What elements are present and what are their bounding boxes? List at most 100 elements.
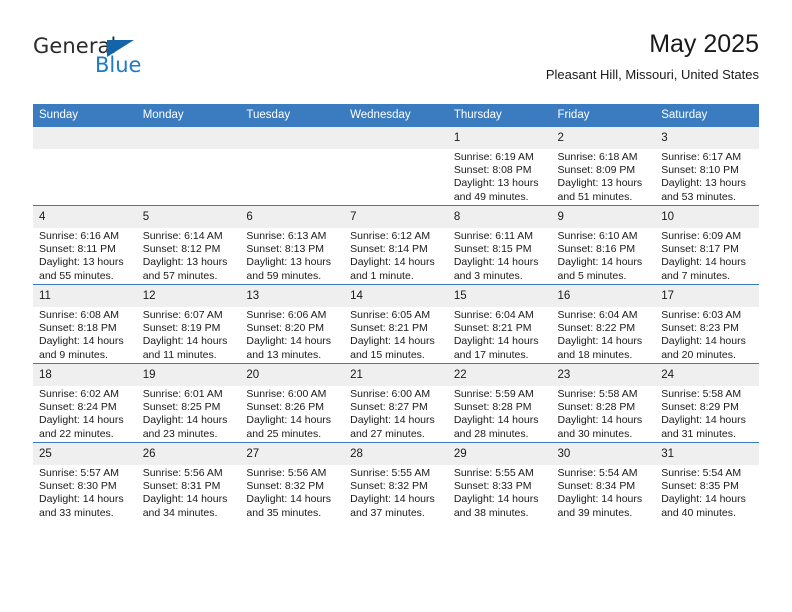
daylight-text: Daylight: 14 hours and 31 minutes. [661, 414, 746, 440]
calendar-day-cell[interactable]: 29 Sunrise: 5:55 AM Sunset: 8:33 PM Dayligh… [447, 442, 552, 521]
day-number [240, 127, 345, 149]
calendar-day-cell[interactable]: 6 Sunrise: 6:13 AM Sunset: 8:13 PM Daylight… [240, 205, 345, 285]
sunrise-text: Sunrise: 6:10 AM [557, 230, 638, 242]
sunrise-text: Sunrise: 6:02 AM [39, 388, 119, 400]
weekday-header-saturday: Saturday [655, 104, 759, 127]
calendar-day-cell[interactable]: 14 Sunrise: 6:05 AM Sunset: 8:21 PM Dayligh… [344, 284, 448, 364]
calendar-grid: Sunday Monday Tuesday Wednesday Thursday… [33, 104, 759, 521]
sunset-text: Sunset: 8:34 PM [557, 480, 636, 493]
daylight-text: Daylight: 14 hours and 1 minute. [350, 256, 435, 282]
sunrise-text: Sunrise: 6:04 AM [557, 309, 638, 321]
sunset-text: Sunset: 8:35 PM [661, 480, 739, 493]
sunrise-text: Sunrise: 6:18 AM [557, 151, 638, 163]
calendar-day-cell[interactable]: 5 Sunrise: 6:14 AM Sunset: 8:12 PM Daylight… [136, 205, 241, 285]
sunset-text: Sunset: 8:17 PM [661, 243, 739, 256]
day-number: 3 [655, 127, 759, 149]
calendar-day-cell[interactable]: 21 Sunrise: 6:00 AM Sunset: 8:27 PM Dayligh… [344, 363, 448, 443]
sunrise-text: Sunrise: 6:12 AM [350, 230, 431, 242]
day-details: Sunrise: 6:05 AM Sunset: 8:21 PM Daylight:… [344, 307, 448, 362]
calendar-day-cell[interactable]: 1 Sunrise: 6:19 AM Sunset: 8:08 PM Daylight… [447, 126, 552, 206]
sunset-text: Sunset: 8:23 PM [661, 322, 739, 335]
weekday-header-tuesday: Tuesday [240, 104, 345, 127]
day-number: 14 [344, 285, 448, 307]
day-details: Sunrise: 6:03 AM Sunset: 8:23 PM Daylight:… [655, 307, 759, 362]
calendar-week-row: 18 Sunrise: 6:02 AM Sunset: 8:24 PM Dayligh… [33, 363, 759, 443]
sunset-text: Sunset: 8:11 PM [39, 243, 116, 256]
calendar-day-cell-empty [136, 126, 241, 206]
day-number: 18 [33, 364, 137, 386]
calendar-day-cell[interactable]: 22 Sunrise: 5:59 AM Sunset: 8:28 PM Dayligh… [447, 363, 552, 443]
day-number: 2 [551, 127, 656, 149]
daylight-text: Daylight: 14 hours and 9 minutes. [39, 335, 124, 361]
weekday-header-monday: Monday [136, 104, 241, 127]
day-details: Sunrise: 6:06 AM Sunset: 8:20 PM Daylight:… [240, 307, 344, 362]
day-details: Sunrise: 6:14 AM Sunset: 8:12 PM Daylight:… [137, 228, 241, 283]
page-header: General Blue May 2025 Pleasant Hill, Mis… [33, 28, 759, 94]
sunrise-text: Sunrise: 6:19 AM [453, 151, 534, 163]
day-number: 22 [447, 364, 552, 386]
calendar-week-row: 25 Sunrise: 5:57 AM Sunset: 8:30 PM Dayligh… [33, 442, 759, 521]
daylight-text: Daylight: 14 hours and 33 minutes. [39, 493, 124, 519]
day-number: 23 [551, 364, 656, 386]
calendar-day-cell[interactable]: 15 Sunrise: 6:04 AM Sunset: 8:21 PM Dayligh… [447, 284, 552, 364]
title-block: May 2025 Pleasant Hill, Missouri, United… [546, 28, 759, 85]
sunset-text: Sunset: 8:25 PM [142, 401, 221, 414]
day-details: Sunrise: 6:10 AM Sunset: 8:16 PM Daylight:… [552, 228, 656, 283]
daylight-text: Daylight: 13 hours and 55 minutes. [39, 256, 124, 282]
calendar-day-cell[interactable]: 8 Sunrise: 6:11 AM Sunset: 8:15 PM Daylight… [447, 205, 552, 285]
calendar-day-cell[interactable]: 10 Sunrise: 6:09 AM Sunset: 8:17 PM Dayligh… [655, 205, 759, 285]
calendar-day-cell[interactable]: 20 Sunrise: 6:00 AM Sunset: 8:26 PM Dayligh… [240, 363, 345, 443]
day-number [33, 127, 137, 149]
calendar-day-cell[interactable]: 2 Sunrise: 6:18 AM Sunset: 8:09 PM Daylight… [551, 126, 656, 206]
sunrise-text: Sunrise: 5:58 AM [661, 388, 742, 400]
calendar-day-cell[interactable]: 7 Sunrise: 6:12 AM Sunset: 8:14 PM Daylight… [344, 205, 448, 285]
calendar-day-cell[interactable]: 16 Sunrise: 6:04 AM Sunset: 8:22 PM Dayligh… [551, 284, 656, 364]
calendar-week-row: 1 Sunrise: 6:19 AM Sunset: 8:08 PM Daylight… [33, 126, 759, 206]
sunset-text: Sunset: 8:19 PM [142, 322, 221, 335]
sunrise-text: Sunrise: 6:05 AM [350, 309, 431, 321]
sunset-text: Sunset: 8:21 PM [453, 322, 532, 335]
sunset-text: Sunset: 8:18 PM [39, 322, 117, 335]
sunset-text: Sunset: 8:12 PM [142, 243, 221, 256]
weekday-header-friday: Friday [551, 104, 656, 127]
daylight-text: Daylight: 14 hours and 28 minutes. [453, 414, 539, 440]
calendar-week-row: 4 Sunrise: 6:16 AM Sunset: 8:11 PM Daylight… [33, 205, 759, 285]
calendar-day-cell-empty [344, 126, 448, 206]
day-number: 19 [136, 364, 241, 386]
calendar-day-cell[interactable]: 28 Sunrise: 5:55 AM Sunset: 8:32 PM Dayligh… [344, 442, 448, 521]
calendar-day-cell[interactable]: 12 Sunrise: 6:07 AM Sunset: 8:19 PM Dayligh… [136, 284, 241, 364]
daylight-text: Daylight: 14 hours and 23 minutes. [142, 414, 228, 440]
calendar-day-cell[interactable]: 25 Sunrise: 5:57 AM Sunset: 8:30 PM Dayligh… [33, 442, 137, 521]
sunrise-text: Sunrise: 5:55 AM [350, 467, 431, 479]
day-number: 30 [551, 443, 656, 465]
day-number: 6 [240, 206, 345, 228]
sunrise-text: Sunrise: 6:16 AM [39, 230, 119, 242]
general-blue-logo[interactable]: General Blue [33, 34, 243, 90]
sunset-text: Sunset: 8:08 PM [453, 164, 532, 177]
weekday-header-sunday: Sunday [33, 104, 137, 127]
sunset-text: Sunset: 8:32 PM [246, 480, 325, 493]
day-details: Sunrise: 5:55 AM Sunset: 8:32 PM Daylight:… [344, 465, 448, 520]
calendar-day-cell[interactable]: 13 Sunrise: 6:06 AM Sunset: 8:20 PM Dayligh… [240, 284, 345, 364]
calendar-day-cell[interactable]: 19 Sunrise: 6:01 AM Sunset: 8:25 PM Dayligh… [136, 363, 241, 443]
calendar-day-cell[interactable]: 24 Sunrise: 5:58 AM Sunset: 8:29 PM Dayligh… [655, 363, 759, 443]
sunrise-text: Sunrise: 6:14 AM [142, 230, 223, 242]
daylight-text: Daylight: 14 hours and 30 minutes. [557, 414, 643, 440]
calendar-day-cell[interactable]: 26 Sunrise: 5:56 AM Sunset: 8:31 PM Dayligh… [136, 442, 241, 521]
calendar-day-cell[interactable]: 3 Sunrise: 6:17 AM Sunset: 8:10 PM Daylight… [655, 126, 759, 206]
day-details: Sunrise: 6:19 AM Sunset: 8:08 PM Daylight:… [448, 149, 552, 204]
calendar-day-cell[interactable]: 17 Sunrise: 6:03 AM Sunset: 8:23 PM Dayligh… [655, 284, 759, 364]
day-number [344, 127, 448, 149]
weekday-header-wednesday: Wednesday [344, 104, 448, 127]
day-details: Sunrise: 5:54 AM Sunset: 8:34 PM Daylight:… [552, 465, 656, 520]
calendar-day-cell[interactable]: 30 Sunrise: 5:54 AM Sunset: 8:34 PM Dayligh… [551, 442, 656, 521]
calendar-day-cell[interactable]: 18 Sunrise: 6:02 AM Sunset: 8:24 PM Dayligh… [33, 363, 137, 443]
day-details: Sunrise: 6:18 AM Sunset: 8:09 PM Daylight:… [552, 149, 656, 204]
day-number: 29 [447, 443, 552, 465]
calendar-day-cell[interactable]: 31 Sunrise: 5:54 AM Sunset: 8:35 PM Dayligh… [655, 442, 759, 521]
calendar-day-cell[interactable]: 11 Sunrise: 6:08 AM Sunset: 8:18 PM Dayligh… [33, 284, 137, 364]
calendar-day-cell[interactable]: 23 Sunrise: 5:58 AM Sunset: 8:28 PM Dayligh… [551, 363, 656, 443]
calendar-day-cell[interactable]: 4 Sunrise: 6:16 AM Sunset: 8:11 PM Daylight… [33, 205, 137, 285]
calendar-day-cell[interactable]: 9 Sunrise: 6:10 AM Sunset: 8:16 PM Daylight… [551, 205, 656, 285]
calendar-day-cell[interactable]: 27 Sunrise: 5:56 AM Sunset: 8:32 PM Dayligh… [240, 442, 345, 521]
